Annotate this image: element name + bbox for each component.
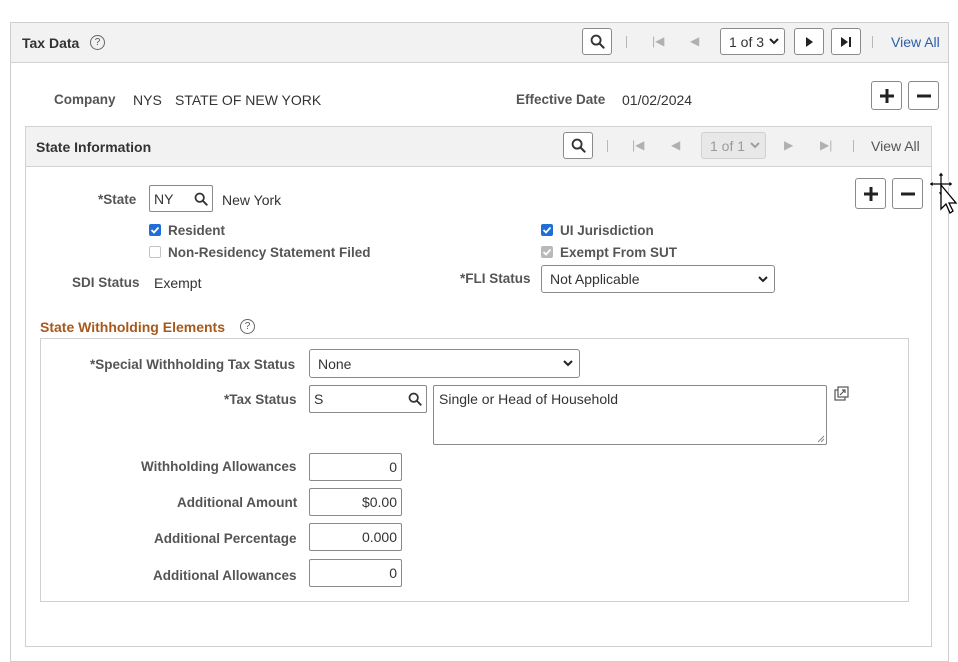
next-page-icon (806, 36, 813, 47)
last-page-icon (841, 36, 851, 47)
withholding-allowances-label: Withholding Allowances (141, 459, 297, 474)
previous-page-icon: ◀ (671, 138, 681, 152)
view-all-link[interactable]: View All (891, 34, 940, 50)
sdi-status-label: SDI Status (72, 275, 140, 290)
row-pager-select[interactable]: 1 of 3 (720, 28, 785, 55)
company-label: Company (54, 92, 116, 107)
tax-status-input[interactable]: S (309, 385, 427, 413)
non-residency-label: Non-Residency Statement Filed (168, 245, 371, 260)
ui-jurisdiction-label: UI Jurisdiction (560, 223, 654, 238)
resize-grip-icon[interactable] (817, 435, 825, 443)
add-state-button[interactable] (855, 178, 886, 209)
state-view-all-link[interactable]: View All (871, 138, 920, 154)
company-name: STATE OF NEW YORK (175, 92, 322, 108)
toolbar-separator (872, 36, 873, 48)
plus-icon (879, 88, 894, 103)
withholding-allowances-input[interactable]: 0 (309, 453, 402, 481)
toolbar-separator (626, 36, 627, 48)
next-page-icon: ▶ (784, 138, 794, 152)
state-row-pager-select[interactable]: 1 of 1 (701, 132, 766, 159)
search-button[interactable] (582, 28, 612, 55)
additional-amount-label: Additional Amount (177, 495, 298, 510)
next-page-button[interactable] (794, 28, 824, 55)
state-information-title: State Information (36, 139, 152, 155)
help-icon[interactable]: ? (240, 319, 255, 334)
additional-allowances-label: Additional Allowances (153, 568, 297, 583)
plus-icon (863, 186, 878, 201)
resident-label: Resident (168, 223, 226, 238)
chevron-down-icon (745, 142, 765, 149)
tax-status-description[interactable]: Single or Head of Household (433, 385, 827, 445)
expand-window-icon[interactable] (834, 386, 849, 401)
fli-status-select[interactable]: Not Applicable (541, 265, 775, 293)
page-title: Tax Data (22, 35, 80, 51)
last-page-button[interactable] (831, 28, 861, 55)
state-name: New York (222, 192, 282, 208)
delete-row-button[interactable] (908, 81, 939, 110)
ui-jurisdiction-checkbox[interactable] (541, 224, 553, 236)
non-residency-checkbox[interactable] (149, 246, 161, 258)
company-code: NYS (133, 92, 162, 108)
fli-status-label: *FLI Status (460, 271, 531, 286)
check-icon (542, 248, 552, 256)
search-icon[interactable] (408, 392, 422, 406)
add-row-button[interactable] (871, 81, 902, 110)
additional-amount-input[interactable]: $0.00 (309, 488, 402, 516)
minus-icon (900, 192, 915, 195)
previous-page-icon: ◀ (690, 34, 700, 48)
resident-checkbox[interactable] (149, 224, 161, 236)
toolbar-separator (853, 140, 854, 152)
state-label: *State (98, 192, 137, 207)
effective-date-label: Effective Date (516, 92, 606, 107)
sdi-status-value: Exempt (154, 275, 202, 291)
minus-icon (916, 94, 931, 97)
chevron-down-icon (557, 360, 579, 367)
chevron-down-icon (752, 275, 774, 283)
additional-percentage-label: Additional Percentage (154, 531, 297, 546)
special-withholding-label: *Special Withholding Tax Status (90, 357, 296, 372)
search-icon (571, 138, 586, 153)
exempt-from-sut-checkbox[interactable] (541, 246, 553, 258)
state-information-header (25, 126, 932, 167)
withholding-section-title: State Withholding Elements (40, 319, 225, 335)
first-page-icon: |◀ (652, 34, 665, 48)
state-search-button[interactable] (563, 132, 593, 159)
additional-percentage-input[interactable]: 0.000 (309, 523, 402, 551)
tax-status-label: *Tax Status (224, 392, 297, 407)
move-cursor-icon (928, 171, 958, 214)
exempt-from-sut-label: Exempt From SUT (560, 245, 678, 260)
additional-allowances-input[interactable]: 0 (309, 559, 402, 587)
check-icon (150, 226, 160, 234)
state-input[interactable]: NY (149, 185, 213, 212)
search-icon[interactable] (194, 192, 208, 206)
chevron-down-icon (764, 38, 784, 45)
delete-state-button[interactable] (892, 178, 923, 209)
last-page-icon: ▶| (820, 138, 833, 152)
toolbar-separator (607, 140, 608, 152)
effective-date: 01/02/2024 (622, 92, 693, 108)
first-page-icon: |◀ (632, 138, 645, 152)
help-icon[interactable]: ? (90, 35, 105, 50)
search-icon (590, 34, 605, 49)
check-icon (542, 226, 552, 234)
special-withholding-select[interactable]: None (309, 349, 580, 378)
